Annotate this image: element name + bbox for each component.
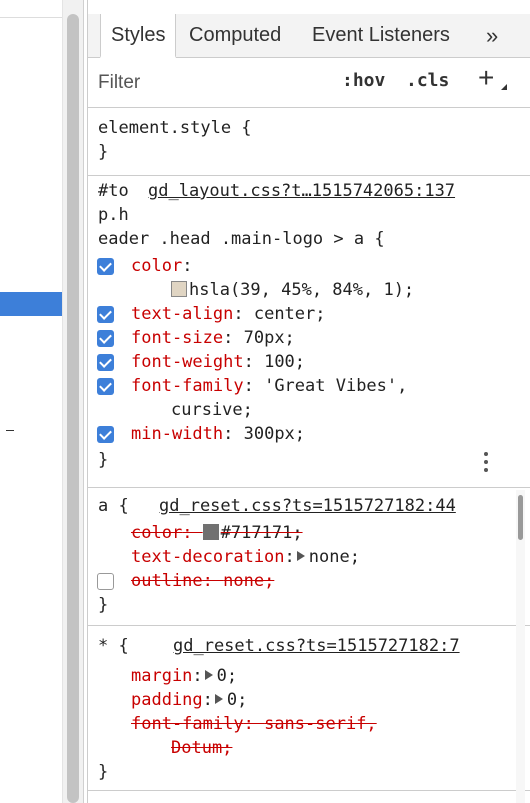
tab-computed[interactable]: Computed — [189, 14, 281, 57]
property-value[interactable]: 300px; — [244, 424, 305, 444]
styles-panel: Styles Computed Event Listeners » :hov .… — [87, 0, 530, 803]
rule-close: } — [98, 595, 109, 615]
property-value[interactable]: 0; — [227, 690, 247, 710]
source-link[interactable]: gd_layout.css?t…1515742065:137 — [148, 179, 455, 203]
property-name[interactable]: text-align — [131, 304, 233, 324]
property-value[interactable]: none; — [309, 547, 360, 567]
element-style-section: element.style { } — [88, 108, 530, 176]
property-name[interactable]: font-weight — [131, 352, 244, 372]
page-divider — [0, 17, 62, 18]
declaration[interactable]: padding: 0; — [131, 688, 247, 712]
toggle-checkbox[interactable] — [97, 426, 114, 443]
declaration[interactable]: text-align: center; — [131, 302, 326, 326]
declaration[interactable]: font-weight: 100; — [131, 350, 305, 374]
color-swatch[interactable] — [202, 524, 219, 540]
property-value[interactable]: 0; — [217, 666, 237, 686]
property-value[interactable]: 70px; — [244, 328, 295, 348]
page-content-left — [0, 0, 62, 803]
rule-close: } — [98, 762, 109, 782]
declaration-overridden[interactable]: font-family: sans-serif, — [131, 712, 377, 736]
toggle-checkbox[interactable] — [97, 330, 114, 347]
rule-selector-cont[interactable]: eader .head .main-logo > a { — [98, 227, 385, 251]
expand-triangle-icon[interactable] — [204, 670, 213, 680]
tab-styles[interactable]: Styles — [100, 14, 177, 58]
new-rule-plus-icon[interactable]: + — [478, 64, 494, 92]
rule-universal-reset: * { gd_reset.css?ts=1515727182:7 margin:… — [88, 626, 530, 791]
property-name[interactable]: padding — [131, 690, 203, 710]
toggle-checkbox[interactable] — [97, 378, 114, 395]
property-name[interactable]: color — [131, 256, 182, 276]
tab-event-listeners[interactable]: Event Listeners — [312, 14, 450, 57]
declaration-value[interactable]: hsla(39, 45%, 84%, 1); — [171, 278, 414, 302]
toggle-checkbox[interactable] — [97, 306, 114, 323]
filter-input[interactable] — [98, 70, 318, 96]
source-link[interactable]: gd_reset.css?ts=1515727182:7 — [173, 634, 460, 658]
declaration[interactable]: font-family: 'Great Vibes', — [131, 374, 407, 398]
property-name[interactable]: color — [131, 523, 182, 543]
toggle-checkbox[interactable] — [97, 573, 114, 590]
devtools-tabbar: Styles Computed Event Listeners » — [88, 14, 530, 58]
declaration-overridden[interactable]: color: #717171; — [131, 521, 303, 545]
property-value[interactable]: 'Great Vibes', — [264, 376, 407, 396]
property-value-cont[interactable]: Dotum; — [171, 736, 232, 760]
toggle-checkbox[interactable] — [97, 354, 114, 371]
rule-selector-cont[interactable]: p.h — [98, 203, 129, 227]
property-value[interactable]: #717171; — [221, 523, 303, 543]
rule-selector[interactable]: #to — [98, 179, 129, 203]
property-name[interactable]: min-width — [131, 424, 223, 444]
expand-triangle-icon[interactable] — [296, 551, 305, 561]
declaration[interactable]: min-width: 300px; — [131, 422, 305, 446]
property-value[interactable]: hsla(39, 45%, 84%, 1); — [189, 280, 414, 300]
property-value[interactable]: sans-serif, — [264, 714, 377, 734]
more-tabs-chevron-icon[interactable]: » — [486, 14, 498, 57]
declaration-disabled[interactable]: outline: none; — [131, 569, 274, 593]
property-name[interactable]: font-size — [131, 328, 223, 348]
rule-a-reset: a { gd_reset.css?ts=1515727182:44 color:… — [88, 488, 530, 626]
rule-selector[interactable]: * { — [98, 634, 129, 658]
declaration[interactable]: color: — [131, 254, 192, 278]
property-value-cont[interactable]: cursive; — [171, 398, 253, 422]
property-value[interactable]: none; — [223, 571, 274, 591]
hov-toggle-button[interactable]: :hov — [342, 70, 385, 91]
new-rule-menu-corner-icon[interactable] — [501, 84, 507, 90]
rule-main-logo: #to gd_layout.css?t…1515742065:137 p.h e… — [88, 176, 530, 488]
property-name[interactable]: outline — [131, 571, 203, 591]
source-link[interactable]: gd_reset.css?ts=1515727182:44 — [159, 494, 456, 518]
toggle-checkbox[interactable] — [97, 258, 114, 275]
selected-element-highlight[interactable] — [0, 292, 62, 316]
declaration[interactable]: margin: 0; — [131, 664, 237, 688]
color-swatch[interactable] — [171, 281, 187, 297]
page-dash — [6, 430, 14, 431]
element-style-close: } — [98, 142, 109, 162]
cls-toggle-button[interactable]: .cls — [406, 70, 449, 91]
expand-triangle-icon[interactable] — [214, 694, 223, 704]
property-value[interactable]: center; — [254, 304, 326, 324]
property-name[interactable]: margin — [131, 666, 192, 686]
rule-close: } — [98, 450, 109, 470]
filter-bar: :hov .cls + — [88, 58, 530, 108]
property-name[interactable]: text-decoration — [131, 547, 285, 567]
page-scrollbar-thumb[interactable] — [67, 14, 79, 803]
declaration[interactable]: text-decoration: none; — [131, 545, 360, 569]
property-value[interactable]: 100; — [264, 352, 305, 372]
property-name[interactable]: font-family — [131, 714, 244, 734]
panel-scrollbar-thumb[interactable] — [518, 495, 523, 540]
rule-selector[interactable]: a { — [98, 494, 129, 518]
declaration[interactable]: font-size: 70px; — [131, 326, 295, 350]
more-options-icon[interactable] — [484, 452, 488, 476]
element-style-selector[interactable]: element.style { — [98, 116, 252, 140]
property-name[interactable]: font-family — [131, 376, 244, 396]
